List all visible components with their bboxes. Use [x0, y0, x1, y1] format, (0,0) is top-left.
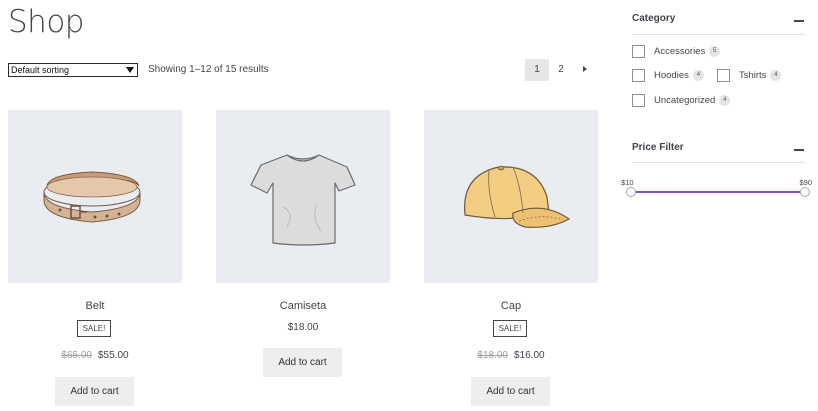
- count-badge: 5: [709, 45, 721, 57]
- belt-image: [43, 170, 141, 223]
- product-image[interactable]: [216, 110, 390, 283]
- count-badge: 4: [770, 69, 782, 81]
- category-label: Accessories: [654, 45, 706, 57]
- count-badge: 4: [692, 69, 704, 81]
- category-label: Uncategorized: [654, 94, 716, 106]
- product-price: $18.00 $16.00: [424, 350, 598, 361]
- checkbox[interactable]: [632, 93, 645, 107]
- price-slider-max-handle[interactable]: [800, 187, 810, 197]
- category-label: Hoodies: [654, 69, 689, 81]
- price-min-label: $10: [621, 178, 634, 187]
- page-number-current: 1: [525, 59, 549, 81]
- pagination: 1 2: [525, 59, 597, 81]
- collapse-icon[interactable]: [794, 20, 804, 22]
- product-card: Belt Sale! $65.00 $55.00 Add to cart: [8, 110, 182, 406]
- sale-price: $16.00: [514, 350, 545, 361]
- price-filter-widget-title: Price Filter: [632, 142, 684, 153]
- chevron-right-icon: [583, 66, 587, 73]
- product-card: Cap Sale! $18.00 $16.00 Add to cart: [424, 110, 598, 406]
- product-image[interactable]: [424, 110, 598, 283]
- category-filter-uncategorized[interactable]: Uncategorized 4: [632, 92, 731, 108]
- page-title: Shop: [8, 4, 84, 40]
- chevron-down-icon: [126, 67, 134, 73]
- add-to-cart-button[interactable]: Add to cart: [471, 377, 550, 406]
- add-to-cart-button[interactable]: Add to cart: [263, 348, 342, 377]
- category-filter-accessories[interactable]: Accessories 5: [632, 43, 721, 59]
- checkbox[interactable]: [632, 44, 645, 58]
- category-widget-title: Category: [632, 13, 676, 24]
- category-filter-hoodies[interactable]: Hoodies 4: [632, 67, 704, 83]
- product-price: $18.00: [216, 322, 390, 333]
- regular-price: $18.00: [287, 322, 319, 333]
- sale-badge: Sale!: [493, 320, 527, 337]
- sort-select-value: Default sorting: [11, 65, 70, 75]
- page-number-link[interactable]: 2: [549, 59, 573, 81]
- product-price: $65.00 $55.00: [8, 350, 182, 361]
- category-label: Tshirts: [739, 69, 767, 81]
- original-price: $18.00: [477, 350, 508, 361]
- add-to-cart-button[interactable]: Add to cart: [55, 377, 134, 406]
- collapse-icon[interactable]: [794, 149, 804, 151]
- original-price: $65.00: [61, 350, 92, 361]
- checkbox[interactable]: [632, 68, 645, 82]
- divider: [632, 34, 805, 35]
- price-slider-min-handle[interactable]: [626, 187, 636, 197]
- result-count: Showing 1–12 of 15 results: [148, 64, 269, 75]
- price-slider-track[interactable]: [631, 191, 805, 193]
- cap-image: [464, 165, 571, 228]
- product-title[interactable]: Cap: [424, 300, 598, 312]
- category-filter-tshirts[interactable]: Tshirts 4: [717, 67, 782, 83]
- count-badge: 4: [719, 94, 731, 106]
- tshirt-image: [250, 153, 356, 246]
- checkbox[interactable]: [717, 68, 730, 82]
- product-title[interactable]: Belt: [8, 300, 182, 312]
- product-image[interactable]: [8, 110, 182, 283]
- sale-badge: Sale!: [77, 320, 111, 337]
- next-page-button[interactable]: [573, 59, 597, 81]
- product-title[interactable]: Camiseta: [216, 300, 390, 312]
- product-card: Camiseta $18.00 Add to cart: [216, 110, 390, 377]
- sort-select[interactable]: Default sorting: [8, 63, 138, 77]
- price-max-label: $90: [799, 178, 812, 187]
- divider: [632, 162, 805, 163]
- sale-price: $55.00: [98, 350, 129, 361]
